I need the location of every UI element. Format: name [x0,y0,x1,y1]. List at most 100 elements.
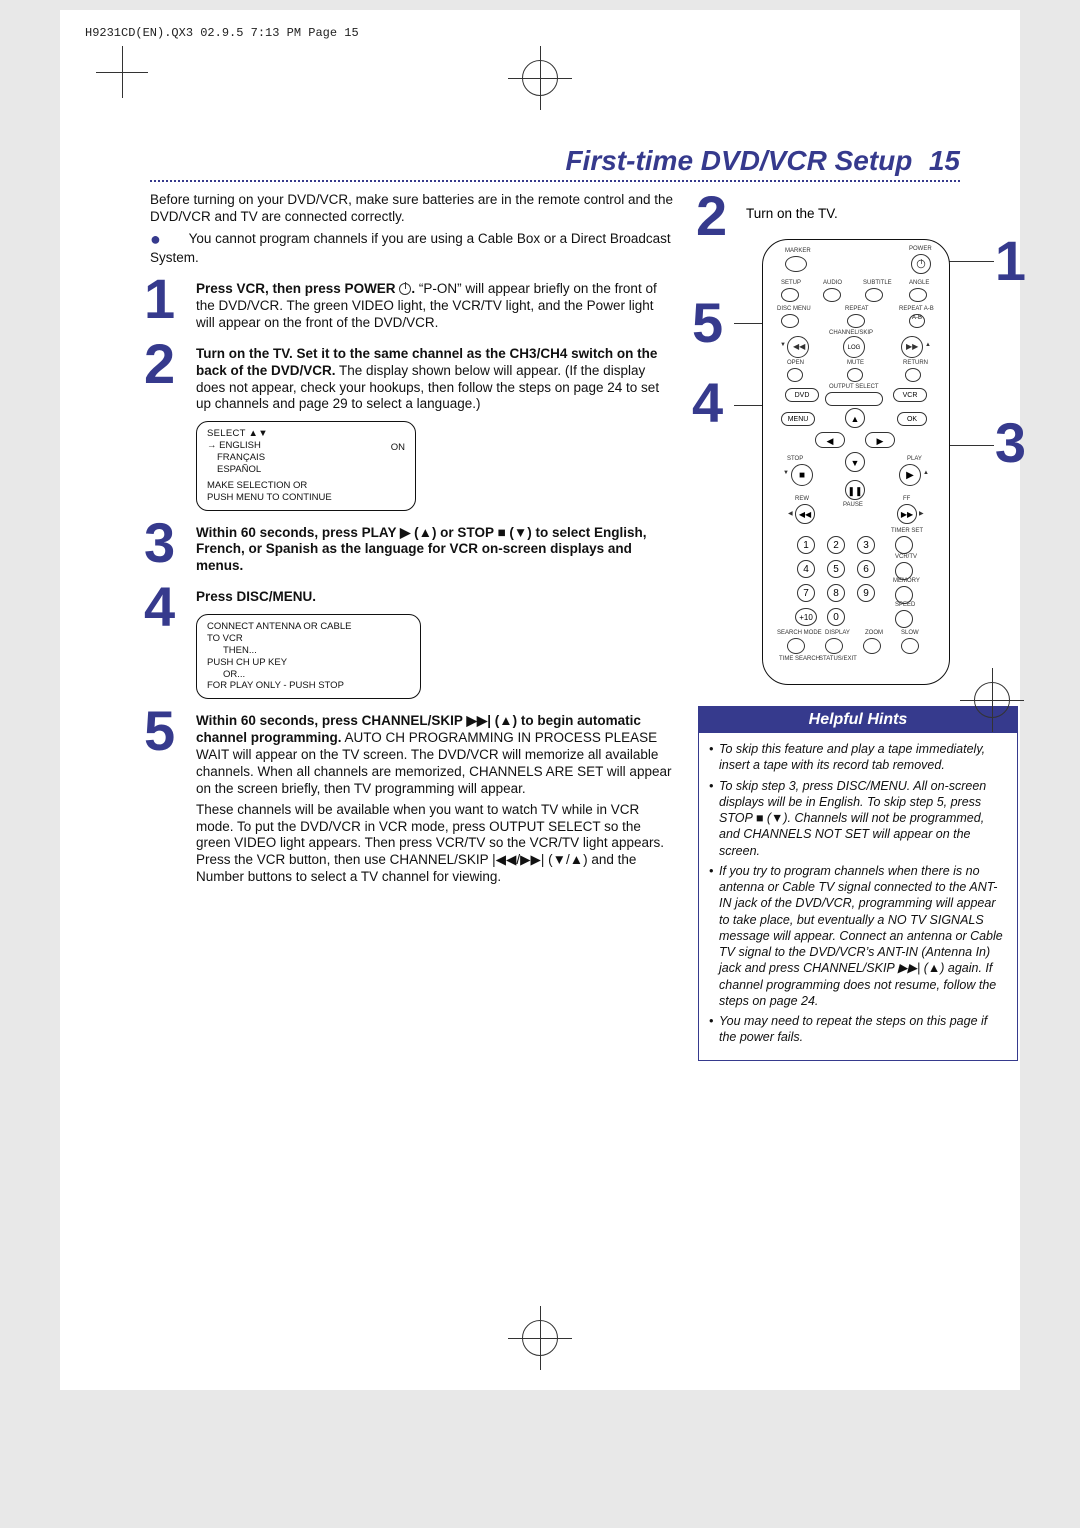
file-header: H9231CD(EN).QX3 02.9.5 7:13 PM Page 15 [85,26,359,40]
crop-mark-tl [96,46,148,98]
num-7-button[interactable]: 7 [797,584,815,602]
nav-left-button[interactable]: ◀ [815,432,845,448]
hint-item: If you try to program channels when ther… [709,863,1007,1009]
repeatab-label: REPEAT A-B [899,306,934,312]
divider-dots [150,180,960,182]
step1-bold: Press VCR, then press POWER [196,281,396,296]
num-6-button[interactable]: 6 [857,560,875,578]
ff-button[interactable]: ▶▶ [897,504,917,524]
num-2-button[interactable]: 2 [827,536,845,554]
osd-line: THEN... [207,645,410,657]
num-3-button[interactable]: 3 [857,536,875,554]
osd-line: FOR PLAY ONLY - PUSH STOP [207,680,410,692]
osd-language-select: SELECT ▲▼ → ENGLISH FRANÇAIS ESPAÑOL ON … [196,421,416,510]
step-5: 5 Within 60 seconds, press CHANNEL/SKIP … [150,713,675,886]
prev-icon: ◀◀ [793,342,805,351]
discmenu-label: DISC MENU [777,306,811,312]
num-9-button[interactable]: 9 [857,584,875,602]
repeat-button[interactable] [847,314,865,328]
osd-line: PUSH CH UP KEY [207,657,410,669]
mute-button[interactable] [847,368,863,382]
step4-bold: Press DISC/MENU. [196,589,316,604]
zoom-button[interactable] [863,638,881,654]
vcr-button[interactable]: VCR [893,388,927,402]
return-label: RETURN [903,360,928,366]
num-4-button[interactable]: 4 [797,560,815,578]
num-8-button[interactable]: 8 [827,584,845,602]
display-button[interactable] [825,638,843,654]
osd-title: SELECT ▲▼ [207,428,405,440]
hints-list: To skip this feature and play a tape imm… [699,733,1017,1060]
ab-button[interactable]: A-B [909,314,925,328]
open-button[interactable] [787,368,803,382]
stop-label: STOP [787,456,803,462]
tv-step-text: Turn on the TV. [746,206,838,221]
step-4: 4 Press DISC/MENU. [150,589,675,606]
rew-icon: ◀ [788,510,793,517]
step-number: 3 [144,515,175,571]
step-number: 2 [144,336,175,392]
num-1-button[interactable]: 1 [797,536,815,554]
angle-button[interactable] [909,288,927,302]
menu-button[interactable]: MENU [781,412,815,426]
audio-button[interactable] [823,288,841,302]
down-arrow-icon: ▼ [783,470,789,476]
log-button[interactable]: LOG [843,336,865,358]
setup-button[interactable] [781,288,799,302]
step-number: 5 [144,703,175,759]
down-arrow-icon: ▼ [780,342,786,348]
output-select-button[interactable] [825,392,883,406]
osd-item: ESPAÑOL [207,464,265,476]
stop-button[interactable]: ■ [791,464,813,486]
register-mark-top [508,46,572,110]
register-mark-bottom [508,1306,572,1370]
timerset-label: TIMER SET [891,528,923,534]
osd-item: → ENGLISH [207,440,265,452]
timesearch-label: TIME SEARCH [779,656,820,662]
osd-item: FRANÇAIS [207,452,265,464]
marker-button[interactable] [785,256,807,272]
nav-down-button[interactable]: ▼ [845,452,865,472]
slow-label: SLOW [901,630,919,636]
repeat-label: REPEAT [845,306,869,312]
bullet-icon: ● [150,229,161,249]
hint-item: You may need to repeat the steps on this… [709,1013,1007,1046]
speed-label: SPEED [895,602,915,608]
osd-line: TO VCR [207,633,410,645]
marker-label: MARKER [785,248,811,254]
remote-body: MARKER POWER SETUP AUDIO SUBTITLE ANGLE … [762,239,950,685]
return-button[interactable] [905,368,921,382]
display-label: DISPLAY [825,630,850,636]
discmenu-button[interactable] [781,314,799,328]
step-1: 1 Press VCR, then press POWER . “P-ON” w… [150,281,675,332]
subtitle-label: SUBTITLE [863,280,892,286]
step1-dot: . [411,281,415,296]
timerset-button[interactable] [895,536,913,554]
num-0-button[interactable]: 0 [827,608,845,626]
pause-button[interactable]: ❚❚ [845,480,865,500]
step-number: 4 [144,579,175,635]
dvd-button[interactable]: DVD [785,388,819,402]
searchmode-label: SEARCH MODE [777,630,822,636]
play-button[interactable]: ▶ [899,464,921,486]
output-label: OUTPUT SELECT [829,384,879,390]
plus10-button[interactable]: +10 [795,608,817,626]
nav-up-button[interactable]: ▲ [845,408,865,428]
setup-label: SETUP [781,280,801,286]
callout-3: 3 [995,415,1026,471]
power-icon [399,283,411,295]
left-column: Before turning on your DVD/VCR, make sur… [150,192,675,892]
ok-button[interactable]: OK [897,412,927,426]
subtitle-button[interactable] [865,288,883,302]
num-5-button[interactable]: 5 [827,560,845,578]
intro-block: Before turning on your DVD/VCR, make sur… [150,192,675,267]
searchmode-button[interactable] [787,638,805,654]
nav-right-button[interactable]: ▶ [865,432,895,448]
step-2: 2 Turn on the TV. Set it to the same cha… [150,346,675,414]
page-title: First-time DVD/VCR Setup [565,145,912,176]
chskip-label: CHANNEL/SKIP [829,330,873,336]
remote-diagram: 1 5 4 3 MARKER POWER SETUP AUDIO SUBTITL… [700,229,1020,697]
speed-button[interactable] [895,610,913,628]
rew-button[interactable]: ◀◀ [795,504,815,524]
slow-button[interactable] [901,638,919,654]
